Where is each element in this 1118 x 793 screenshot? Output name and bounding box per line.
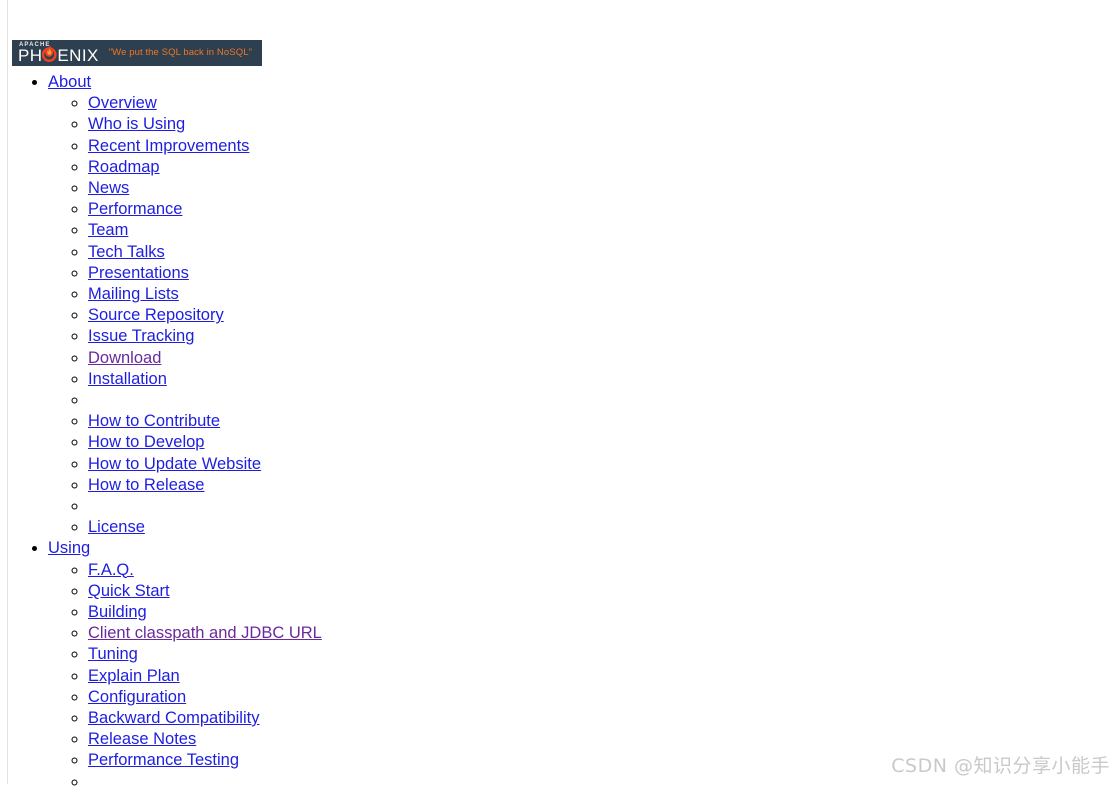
nav-separator-item [88, 390, 1008, 411]
nav-link-team[interactable]: Team [88, 221, 128, 239]
nav-item-explain-plan: Explain Plan [88, 666, 1008, 687]
nav-link-performance-testing[interactable]: Performance Testing [88, 751, 239, 769]
nav-item-configuration: Configuration [88, 687, 1008, 708]
nav-list-level2-using: F.A.Q. Quick Start Building Client classpat… [48, 560, 1008, 793]
phoenix-logotype-ph: PH [18, 46, 43, 65]
nav-item-quick-start: Quick Start [88, 581, 1008, 602]
nav-item-performance-testing: Performance Testing [88, 750, 1008, 771]
nav-link-building[interactable]: Building [88, 603, 147, 621]
nav-link-performance[interactable]: Performance [88, 200, 182, 218]
nav-section-about: About Overview Who is Using Recent Improvem… [48, 72, 1008, 538]
phoenix-wordmark: APACHE PH ENIX [18, 40, 99, 66]
nav-item-team: Team [88, 220, 1008, 241]
nav-list-level1: About Overview Who is Using Recent Improvem… [8, 72, 1008, 793]
nav-item-recent-improvements: Recent Improvements [88, 136, 1008, 157]
nav-link-license[interactable]: License [88, 518, 145, 536]
nav-item-release-notes: Release Notes [88, 729, 1008, 750]
nav-separator-item [88, 772, 1008, 793]
nav-separator-item [88, 496, 1008, 517]
apache-phoenix-logo-banner[interactable]: APACHE PH ENIX "We put the SQL back in N… [12, 40, 262, 66]
site-navigation-outline: About Overview Who is Using Recent Improvem… [8, 72, 1008, 793]
nav-link-quick-start[interactable]: Quick Start [88, 582, 170, 600]
phoenix-tagline: "We put the SQL back in NoSQL" [108, 47, 253, 58]
nav-link-how-to-develop[interactable]: How to Develop [88, 433, 204, 451]
nav-item-download: Download [88, 348, 1008, 369]
nav-item-how-to-release: How to Release [88, 475, 1008, 496]
nav-item-installation: Installation [88, 369, 1008, 390]
page-content: APACHE PH ENIX "We put the SQL back in N… [8, 0, 1118, 784]
nav-link-issue-tracking[interactable]: Issue Tracking [88, 327, 194, 345]
nav-link-backward-compatibility[interactable]: Backward Compatibility [88, 709, 259, 727]
nav-link-presentations[interactable]: Presentations [88, 264, 189, 282]
nav-item-mailing-lists: Mailing Lists [88, 284, 1008, 305]
nav-item-overview: Overview [88, 93, 1008, 114]
nav-item-who-is-using: Who is Using [88, 114, 1008, 135]
nav-item-news: News [88, 178, 1008, 199]
nav-link-mailing-lists[interactable]: Mailing Lists [88, 285, 179, 303]
nav-item-tech-talks: Tech Talks [88, 242, 1008, 263]
phoenix-flame-icon [42, 45, 58, 62]
nav-link-how-to-update-website[interactable]: How to Update Website [88, 455, 261, 473]
phoenix-logotype-enix: ENIX [57, 46, 99, 65]
nav-section-using: Using F.A.Q. Quick Start Building Client cla… [48, 538, 1008, 792]
nav-link-overview[interactable]: Overview [88, 94, 157, 112]
nav-link-explain-plan[interactable]: Explain Plan [88, 667, 180, 685]
nav-link-tuning[interactable]: Tuning [88, 645, 138, 663]
nav-item-roadmap: Roadmap [88, 157, 1008, 178]
nav-item-how-to-update-website: How to Update Website [88, 454, 1008, 475]
nav-item-license: License [88, 517, 1008, 538]
nav-link-f-a-q[interactable]: F.A.Q. [88, 561, 134, 579]
nav-link-who-is-using[interactable]: Who is Using [88, 115, 185, 133]
nav-item-performance: Performance [88, 199, 1008, 220]
nav-link-release-notes[interactable]: Release Notes [88, 730, 196, 748]
nav-link-using[interactable]: Using [48, 539, 90, 557]
nav-link-configuration[interactable]: Configuration [88, 688, 186, 706]
nav-link-roadmap[interactable]: Roadmap [88, 158, 160, 176]
nav-item-how-to-develop: How to Develop [88, 432, 1008, 453]
nav-link-recent-improvements[interactable]: Recent Improvements [88, 137, 249, 155]
nav-list-level2-about: Overview Who is Using Recent Improvements R… [48, 93, 1008, 538]
nav-item-source-repository: Source Repository [88, 305, 1008, 326]
nav-item-tuning: Tuning [88, 644, 1008, 665]
nav-link-installation[interactable]: Installation [88, 370, 167, 388]
csdn-watermark: CSDN @知识分享小能手 [891, 755, 1110, 777]
nav-link-how-to-contribute[interactable]: How to Contribute [88, 412, 220, 430]
nav-link-about[interactable]: About [48, 73, 91, 91]
nav-link-news[interactable]: News [88, 179, 129, 197]
nav-item-client-classpath-and-jdbc-url: Client classpath and JDBC URL [88, 623, 1008, 644]
nav-link-source-repository[interactable]: Source Repository [88, 306, 224, 324]
nav-link-tech-talks[interactable]: Tech Talks [88, 243, 165, 261]
nav-item-issue-tracking: Issue Tracking [88, 326, 1008, 347]
nav-link-download[interactable]: Download [88, 349, 161, 367]
nav-item-how-to-contribute: How to Contribute [88, 411, 1008, 432]
nav-link-how-to-release[interactable]: How to Release [88, 476, 204, 494]
nav-item-backward-compatibility: Backward Compatibility [88, 708, 1008, 729]
nav-item-presentations: Presentations [88, 263, 1008, 284]
nav-item-f-a-q: F.A.Q. [88, 560, 1008, 581]
nav-link-client-classpath-and-jdbc-url[interactable]: Client classpath and JDBC URL [88, 624, 322, 642]
nav-item-building: Building [88, 602, 1008, 623]
